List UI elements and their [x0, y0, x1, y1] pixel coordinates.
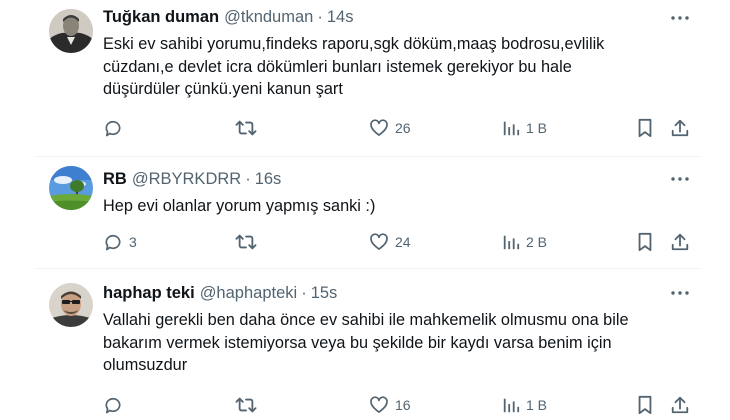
- bookmark-button[interactable]: [636, 231, 654, 253]
- reply-button[interactable]: [103, 394, 129, 416]
- more-icon[interactable]: [668, 169, 692, 189]
- views-icon: [502, 233, 520, 251]
- tweet-header: haphap teki @haphapteki · 15s: [103, 282, 337, 304]
- views-icon: [502, 396, 520, 414]
- reply-icon: [103, 395, 123, 415]
- author-name[interactable]: RB: [103, 170, 127, 189]
- tweet-text: Hep evi olanlar yorum yapmış sanki :): [103, 195, 703, 218]
- tweet-header: Tuğkan duman @tknduman · 14s: [103, 6, 353, 28]
- share-icon: [670, 395, 690, 415]
- timestamp[interactable]: 14s: [327, 8, 354, 27]
- bookmark-icon: [636, 395, 654, 415]
- tweet[interactable]: haphap teki @haphapteki · 15s Vallahi ge…: [0, 269, 730, 420]
- author-name[interactable]: Tuğkan duman: [103, 8, 219, 27]
- repost-button[interactable]: [235, 394, 263, 416]
- like-count: 24: [395, 234, 411, 250]
- like-count: 16: [395, 397, 411, 413]
- like-count: 26: [395, 120, 411, 136]
- avatar-portrait-image: [49, 9, 93, 53]
- tweet-text-line: Eski ev sahibi yorumu,findeks raporu,sgk…: [103, 35, 605, 53]
- views-icon: [502, 119, 520, 137]
- like-button[interactable]: 26: [369, 117, 411, 139]
- bookmark-icon: [636, 232, 654, 252]
- avatar-person-image: [49, 283, 93, 327]
- reply-icon: [103, 232, 123, 252]
- reply-count: 3: [129, 234, 137, 250]
- views-button[interactable]: 2 B: [502, 231, 547, 253]
- share-button[interactable]: [670, 231, 690, 253]
- reply-icon: [103, 118, 123, 138]
- repost-icon: [235, 118, 257, 138]
- heart-icon: [369, 232, 389, 252]
- timestamp[interactable]: 16s: [255, 170, 282, 189]
- tweet-text: Eski ev sahibi yorumu,findeks raporu,sgk…: [103, 33, 703, 101]
- tweet-text-line: olumsuzdur: [103, 356, 188, 374]
- repost-button[interactable]: [235, 117, 263, 139]
- tweet-text-line: Vallahi gerekli ben daha önce ev sahibi …: [103, 311, 629, 329]
- bookmark-icon: [636, 118, 654, 138]
- views-count: 1 B: [526, 120, 548, 136]
- share-button[interactable]: [670, 117, 690, 139]
- views-button[interactable]: 1 B: [502, 117, 547, 139]
- share-button[interactable]: [670, 394, 690, 416]
- repost-button[interactable]: [235, 231, 263, 253]
- tweet-text: Vallahi gerekli ben daha önce ev sahibi …: [103, 309, 703, 377]
- author-name[interactable]: haphap teki: [103, 284, 195, 303]
- tweet[interactable]: Tuğkan duman @tknduman · 14s Eski ev sah…: [0, 0, 730, 156]
- more-icon[interactable]: [668, 8, 692, 28]
- avatar[interactable]: [49, 166, 93, 210]
- avatar[interactable]: [49, 9, 93, 53]
- heart-icon: [369, 395, 389, 415]
- separator-dot: ·: [317, 7, 323, 26]
- tweet-header: RB @RBYRKDRR · 16s: [103, 168, 281, 190]
- tweet-text-line: düşürdüler çünkü.yeni kanun şart: [103, 80, 343, 98]
- repost-icon: [235, 232, 257, 252]
- separator-dot: ·: [245, 169, 251, 188]
- tweet-text-line: cüzdanı,e devlet icra dökümleri bunları …: [103, 57, 572, 76]
- timestamp[interactable]: 15s: [311, 284, 338, 303]
- repost-icon: [235, 395, 257, 415]
- bookmark-button[interactable]: [636, 117, 654, 139]
- avatar-landscape-image: [49, 166, 93, 210]
- author-handle[interactable]: @RBYRKDRR: [132, 170, 241, 189]
- views-button[interactable]: 1 B: [502, 394, 547, 416]
- like-button[interactable]: 24: [369, 231, 411, 253]
- tweet[interactable]: RB @RBYRKDRR · 16s Hep evi olanlar yorum…: [0, 157, 730, 268]
- share-icon: [670, 118, 690, 138]
- author-handle[interactable]: @haphapteki: [200, 284, 298, 303]
- share-icon: [670, 232, 690, 252]
- reply-button[interactable]: 3: [103, 231, 137, 253]
- tweet-text-line: Hep evi olanlar yorum yapmış sanki :): [103, 197, 376, 215]
- like-button[interactable]: 16: [369, 394, 411, 416]
- tweet-text-line: bakarım vermek istemiyorsa veya bu şekil…: [103, 333, 612, 352]
- separator-dot: ·: [301, 283, 307, 302]
- author-handle[interactable]: @tknduman: [224, 8, 313, 27]
- views-count: 2 B: [526, 234, 548, 250]
- more-icon[interactable]: [668, 283, 692, 303]
- views-count: 1 B: [526, 397, 548, 413]
- reply-button[interactable]: [103, 117, 129, 139]
- bookmark-button[interactable]: [636, 394, 654, 416]
- heart-icon: [369, 118, 389, 138]
- avatar[interactable]: [49, 283, 93, 327]
